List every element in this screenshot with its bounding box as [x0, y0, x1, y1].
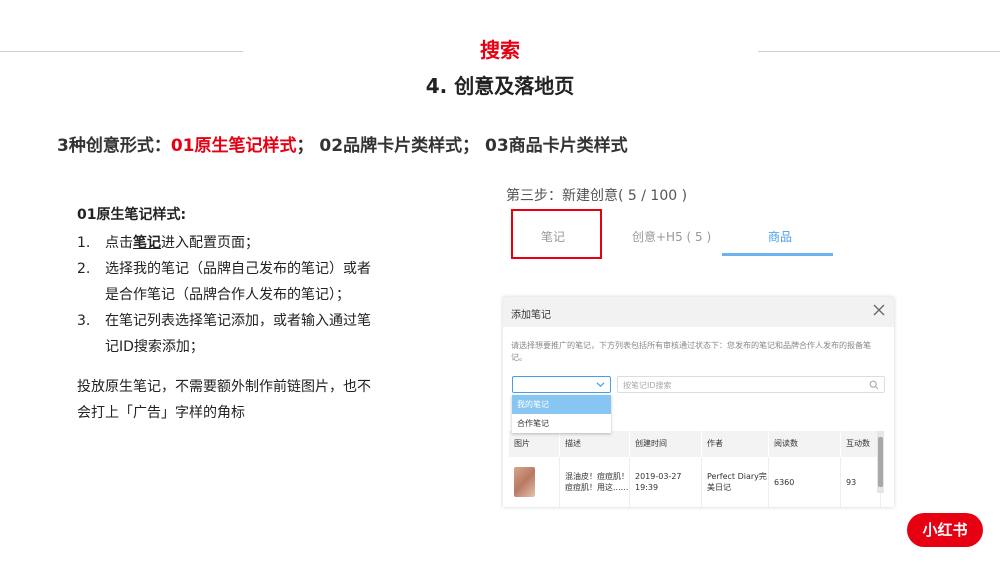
- step-number: 1.: [77, 235, 91, 251]
- dialog-header: 添加笔记: [503, 297, 894, 327]
- dropdown-option-my-notes[interactable]: 我的笔记: [512, 395, 611, 414]
- note-created-time: 2019-03-27 19:39: [630, 457, 702, 507]
- xiaohongshu-logo: 小红书: [907, 513, 983, 547]
- column-header: 作者: [702, 431, 769, 457]
- column-header: 描述: [560, 431, 630, 457]
- note-text: 投放原生笔记，不需要额外制作前链图片，也不会打上「广告」字样的角标: [77, 379, 371, 421]
- table-row[interactable]: 混油皮！痘痘肌！痘痘肌！用这...... 2019-03-27 19:39 Pe…: [509, 457, 881, 507]
- column-header: 创建时间: [630, 431, 702, 457]
- step-text: 点击: [105, 235, 133, 251]
- step-text: 进入配置页面；: [161, 235, 259, 251]
- note-description: 混油皮！痘痘肌！痘痘肌！用这......: [560, 457, 630, 507]
- notes-table: 图片 描述 创建时间 作者 阅读数 互动数 混油皮！痘痘肌！痘痘肌！用这....…: [509, 431, 881, 507]
- headline-highlight: 01原生笔记样式: [170, 136, 297, 156]
- note-reads: 6360: [769, 457, 841, 507]
- column-header: 阅读数: [769, 431, 841, 457]
- search-placeholder: 按笔记ID搜索: [623, 381, 672, 390]
- slide-title: 搜索: [480, 38, 520, 62]
- step-text: 选择我的笔记（品牌自己发布的笔记）或者是合作笔记（品牌合作人发布的笔记）；: [105, 261, 371, 303]
- step-number: 3.: [77, 313, 91, 329]
- step-text: 在笔记列表选择笔记添加，或者输入通过笔记ID搜索添加；: [105, 313, 371, 355]
- close-icon[interactable]: [871, 302, 887, 318]
- dropdown-option-partner-notes[interactable]: 合作笔记: [512, 414, 611, 433]
- slide-subtitle: 4. 创意及落地页: [425, 74, 575, 98]
- column-header: 互动数: [841, 431, 881, 457]
- dialog-title: 添加笔记: [511, 310, 551, 321]
- instructions-subtitle: 01原生笔记样式:: [77, 207, 187, 223]
- step-title: 第三步：新建创意( 5 / 100 ): [506, 188, 688, 204]
- chevron-down-icon: [596, 382, 605, 388]
- note-type-select[interactable]: [512, 376, 611, 393]
- step-3: 3. 在笔记列表选择笔记添加，或者输入通过笔记ID搜索添加；: [77, 308, 377, 360]
- instructions: 01原生笔记样式: 1. 点击笔记进入配置页面； 2. 选择我的笔记（品牌自己发…: [77, 202, 377, 426]
- step-1: 1. 点击笔记进入配置页面；: [77, 230, 377, 256]
- step-keyword: 笔记: [133, 235, 161, 251]
- headline: 3种创意形式：01原生笔记样式； 02品牌卡片类样式； 03商品卡片类样式: [57, 131, 628, 156]
- note-interactions: 93: [841, 457, 881, 507]
- tab-note[interactable]: 笔记: [541, 228, 565, 245]
- dialog-description: 请选择想要推广的笔记，下方列表包括所有审核通过状态下：您发布的笔记和品牌合作人发…: [511, 341, 871, 362]
- step-2: 2. 选择我的笔记（品牌自己发布的笔记）或者是合作笔记（品牌合作人发布的笔记）；: [77, 256, 377, 308]
- step-number: 2.: [77, 261, 91, 277]
- note-id-search-input[interactable]: 按笔记ID搜索: [617, 376, 885, 393]
- note-author: Perfect Diary完美日记: [702, 457, 769, 507]
- table-scrollbar[interactable]: [877, 431, 884, 493]
- note-type-dropdown: 我的笔记 合作笔记: [512, 395, 611, 433]
- headline-prefix: 3种创意形式：: [57, 136, 171, 156]
- search-icon[interactable]: [869, 380, 879, 390]
- table-header: 图片 描述 创建时间 作者 阅读数 互动数: [509, 431, 881, 457]
- tab-h5[interactable]: 创意+H5 ( 5 ): [632, 228, 711, 245]
- headline-rest: ； 02品牌卡片类样式； 03商品卡片类样式: [296, 136, 628, 156]
- scrollbar-thumb[interactable]: [878, 437, 883, 487]
- add-note-dialog: 添加笔记 请选择想要推广的笔记，下方列表包括所有审核通过状态下：您发布的笔记和品…: [503, 297, 894, 507]
- note-thumbnail: [514, 467, 535, 497]
- tab-goods[interactable]: 商品: [768, 228, 792, 245]
- column-header: 图片: [509, 431, 560, 457]
- tab-active-indicator: [722, 253, 833, 256]
